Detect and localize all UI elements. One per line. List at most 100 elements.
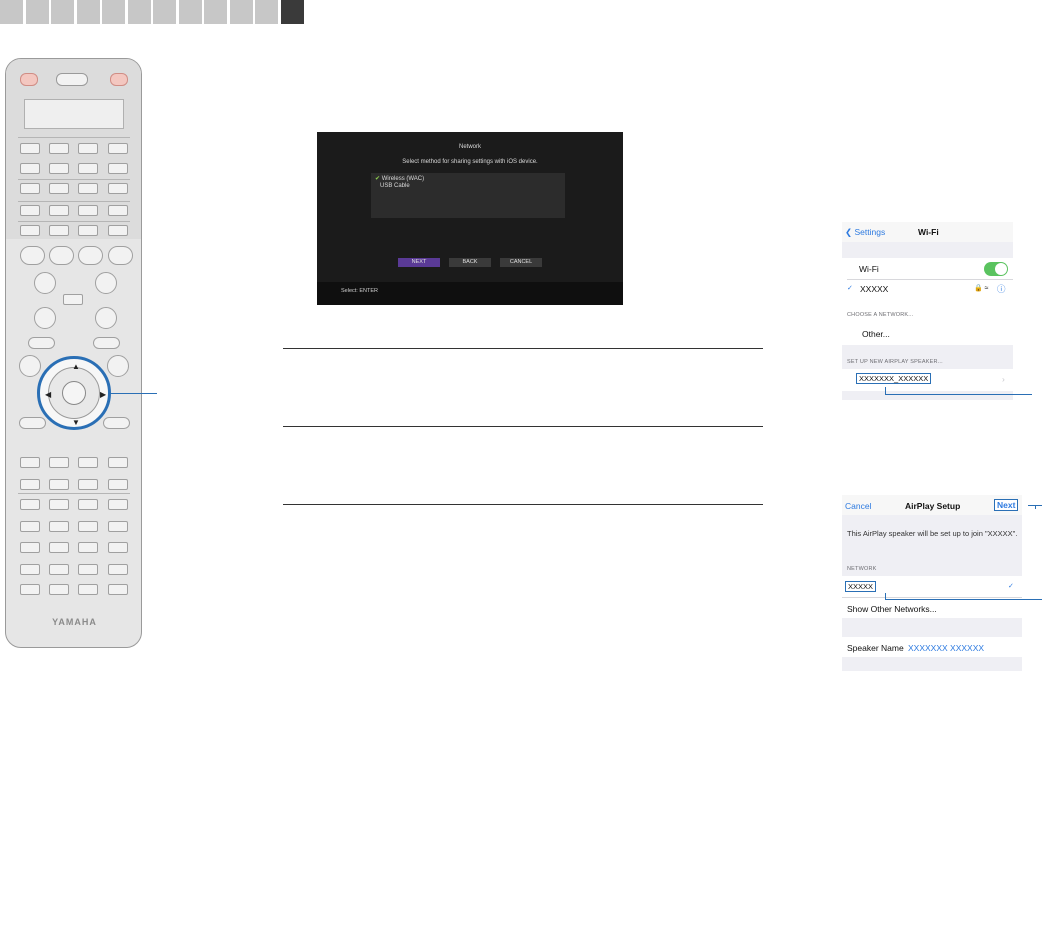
remote-divider xyxy=(18,179,130,180)
remote-key xyxy=(49,564,69,575)
check-icon: ✔ xyxy=(375,176,381,182)
tv-footer-bar: Select: ENTER xyxy=(317,282,623,305)
remote-key xyxy=(108,499,128,510)
remote-key xyxy=(49,183,69,194)
remote-key xyxy=(108,479,128,490)
network-value[interactable]: XXXXX xyxy=(845,581,877,592)
remote-key xyxy=(20,163,40,174)
chapter-tab[interactable] xyxy=(229,0,253,24)
chapter-tab[interactable] xyxy=(127,0,151,24)
tv-option-usb[interactable]: USB Cable xyxy=(380,183,410,189)
chapter-tab[interactable] xyxy=(153,0,176,24)
remote-key xyxy=(108,163,128,174)
chapter-tab[interactable] xyxy=(255,0,278,24)
remote-key xyxy=(78,521,98,532)
next-button[interactable]: Next xyxy=(994,499,1019,511)
remote-key xyxy=(49,205,69,216)
setup-message: This AirPlay speaker will be set up to j… xyxy=(847,529,1018,538)
remote-key xyxy=(108,183,128,194)
source-button xyxy=(56,73,88,86)
chapter-tab[interactable] xyxy=(102,0,125,24)
wifi-toggle[interactable] xyxy=(984,262,1008,276)
remote-brand-logo: YAMAHA xyxy=(52,617,97,627)
chapter-tab[interactable] xyxy=(25,0,49,24)
remote-divider xyxy=(18,201,130,202)
remote-key xyxy=(108,584,128,595)
remote-key xyxy=(49,542,69,553)
checkmark-icon: ✓ xyxy=(847,285,853,292)
remote-round-key xyxy=(108,246,133,265)
show-other-networks[interactable]: Show Other Networks... xyxy=(847,604,937,614)
remote-key xyxy=(20,564,40,575)
remote-key xyxy=(49,163,69,174)
remote-key xyxy=(49,457,69,468)
remote-key xyxy=(108,205,128,216)
speaker-item[interactable]: XXXXXXX_XXXXXX xyxy=(856,373,932,384)
enter-key xyxy=(62,381,86,405)
remote-key xyxy=(20,479,40,490)
remote-divider xyxy=(18,137,130,138)
remote-key xyxy=(20,183,40,194)
speaker-leader-vert xyxy=(885,387,886,394)
row-divider xyxy=(842,597,1022,598)
tv-back-button[interactable]: BACK xyxy=(449,258,491,267)
remote-key xyxy=(78,479,98,490)
chapter-tab[interactable] xyxy=(280,0,304,24)
tv-title: Network xyxy=(458,144,481,150)
remote-key xyxy=(107,355,129,377)
remote-key xyxy=(49,225,69,236)
remote-divider xyxy=(18,221,130,222)
wifi-label: Wi-Fi xyxy=(859,264,879,274)
other-label: Other... xyxy=(862,329,890,339)
connected-network[interactable]: XXXXX xyxy=(860,284,888,294)
tv-option-label: Wireless (WAC) xyxy=(381,176,425,182)
remote-key xyxy=(28,337,55,349)
back-button[interactable]: ❮ Settings xyxy=(845,227,885,238)
chevron-right-icon: › xyxy=(1002,374,1005,384)
remote-key xyxy=(49,143,69,154)
remote-divider xyxy=(18,493,130,494)
remote-key xyxy=(63,294,83,305)
remote-key xyxy=(78,143,98,154)
chapter-tab[interactable] xyxy=(51,0,74,24)
remote-key xyxy=(103,417,130,429)
tv-option-label: USB Cable xyxy=(380,183,410,189)
chapter-tab[interactable] xyxy=(178,0,202,24)
remote-key xyxy=(78,183,98,194)
row-divider xyxy=(847,279,1013,280)
remote-key xyxy=(20,225,40,236)
remote-key xyxy=(78,542,98,553)
chapter-tab[interactable] xyxy=(76,0,100,24)
tv-option-wireless[interactable]: ✔ Wireless (WAC) xyxy=(375,175,424,182)
remote-key xyxy=(78,584,98,595)
remote-volume-key xyxy=(34,272,56,294)
remote-key xyxy=(78,205,98,216)
remote-key xyxy=(108,457,128,468)
receiver-power-icon xyxy=(20,73,38,86)
section-divider xyxy=(283,504,763,505)
remote-key xyxy=(20,542,40,553)
remote-key xyxy=(49,479,69,490)
remote-round-key xyxy=(20,246,45,265)
chapter-tab[interactable] xyxy=(0,0,23,24)
arrow-down-icon: ▼ xyxy=(72,418,80,427)
tv-next-button[interactable]: NEXT xyxy=(398,258,440,267)
cursor-key-ring: ▲ ▼ ◀ ▶ xyxy=(37,356,111,430)
chapter-tab[interactable] xyxy=(204,0,227,24)
cancel-button[interactable]: Cancel xyxy=(845,501,871,511)
speaker-name-label: Speaker Name xyxy=(847,643,904,653)
tv-cancel-button[interactable]: CANCEL xyxy=(500,258,542,267)
remote-display xyxy=(24,99,124,129)
tv-prompt: Select method for sharing settings with … xyxy=(402,159,538,165)
next-leader-vert xyxy=(1035,505,1036,509)
chevron-left-icon: ❮ xyxy=(845,227,853,237)
network-leader-line xyxy=(885,599,1042,600)
remote-volume-key xyxy=(95,272,117,294)
remote-key xyxy=(108,564,128,575)
remote-volume-key xyxy=(95,307,117,329)
info-icon[interactable]: ⓘ xyxy=(997,283,1006,295)
remote-volume-key xyxy=(34,307,56,329)
remote-key xyxy=(108,225,128,236)
ios-wifi-screen: ❮ Settings Wi-Fi Wi-Fi ✓ XXXXX 🔒 ≈ ⓘ CHO… xyxy=(842,222,1013,400)
remote-key xyxy=(20,457,40,468)
